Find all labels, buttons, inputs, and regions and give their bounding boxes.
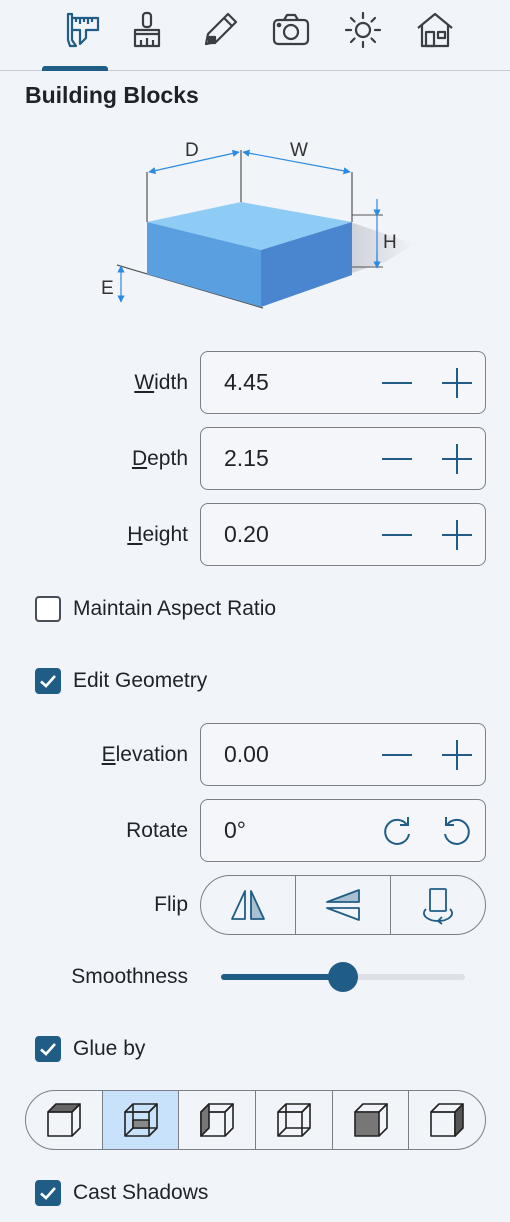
elevation-stepper[interactable]: 0.00 xyxy=(200,723,486,786)
tool-tab-bar xyxy=(0,0,510,71)
glue-side-face-button[interactable] xyxy=(178,1091,255,1149)
glue-by-checkbox[interactable]: Glue by xyxy=(35,1035,145,1063)
edit-geometry-checkbox[interactable]: Edit Geometry xyxy=(35,667,207,695)
block-dimension-diagram: D W H E xyxy=(101,140,415,309)
plus-icon xyxy=(442,368,472,398)
plus-icon xyxy=(442,740,472,770)
height-label: Height xyxy=(127,523,188,546)
house-icon xyxy=(417,12,453,48)
flip-vertical-icon xyxy=(326,889,360,921)
flip-horizontal-icon xyxy=(231,890,265,920)
depth-increment-button[interactable] xyxy=(436,438,478,480)
minus-icon xyxy=(382,458,412,460)
elevation-value[interactable]: 0.00 xyxy=(224,741,269,768)
minus-icon xyxy=(382,754,412,756)
glue-bottom-face-icon xyxy=(353,1103,388,1137)
checkmark-icon xyxy=(40,675,56,688)
minus-icon xyxy=(382,382,412,384)
paint-brush-icon xyxy=(133,11,161,48)
flip-vertical-button[interactable] xyxy=(295,876,390,934)
rotate-clockwise-icon xyxy=(384,817,410,845)
ruler-caliper-icon xyxy=(66,12,100,48)
glue-back-face-button[interactable] xyxy=(255,1091,332,1149)
glue-bottom-face-button[interactable] xyxy=(331,1091,409,1149)
width-label: Width xyxy=(134,371,188,394)
diagram-width-label: W xyxy=(290,140,308,161)
smoothness-label: Smoothness xyxy=(71,965,188,988)
cast-shadows-label: Cast Shadows xyxy=(73,1181,209,1204)
active-tab-indicator xyxy=(42,66,108,71)
width-stepper[interactable]: 4.45 xyxy=(200,351,486,414)
checkbox-box[interactable] xyxy=(35,668,61,694)
flip-horizontal-button[interactable] xyxy=(201,876,295,934)
height-increment-button[interactable] xyxy=(436,514,478,556)
width-value[interactable]: 4.45 xyxy=(224,369,269,396)
diagram-height-label: H xyxy=(383,232,397,253)
width-decrement-button[interactable] xyxy=(376,362,418,404)
glue-top-face-icon xyxy=(47,1103,81,1137)
glue-all-faces-button[interactable] xyxy=(408,1091,485,1149)
checkbox-box[interactable] xyxy=(35,1036,61,1062)
depth-stepper[interactable]: 2.15 xyxy=(200,427,486,490)
checkbox-box[interactable] xyxy=(35,596,61,622)
tab-house[interactable] xyxy=(407,10,463,66)
maintain-aspect-ratio-label: Maintain Aspect Ratio xyxy=(73,597,277,620)
width-increment-button[interactable] xyxy=(436,362,478,404)
tab-lighting[interactable] xyxy=(335,10,391,66)
checkmark-icon xyxy=(40,1187,56,1200)
edit-geometry-label: Edit Geometry xyxy=(73,669,208,692)
glue-front-face-button[interactable] xyxy=(101,1091,179,1149)
height-stepper[interactable]: 0.20 xyxy=(200,503,486,566)
diagram-depth-label: D xyxy=(185,140,199,161)
checkmark-icon xyxy=(40,1043,56,1056)
glue-front-face-icon xyxy=(123,1103,158,1137)
rotate-label: Rotate xyxy=(126,819,188,842)
plus-icon xyxy=(442,444,472,474)
tab-measure[interactable] xyxy=(54,10,110,66)
rotate-counterclockwise-icon xyxy=(444,817,470,845)
flip-label: Flip xyxy=(154,893,188,916)
glue-top-face-button[interactable] xyxy=(26,1091,102,1149)
rotate-control[interactable]: 0° xyxy=(200,799,486,862)
height-value[interactable]: 0.20 xyxy=(224,521,269,548)
flip-rotate-icon xyxy=(423,888,453,925)
rotate-counterclockwise-button[interactable] xyxy=(436,810,478,852)
glue-side-face-icon xyxy=(200,1103,234,1137)
tab-paint[interactable] xyxy=(119,10,175,66)
maintain-aspect-ratio-checkbox[interactable]: Maintain Aspect Ratio xyxy=(35,595,276,623)
depth-decrement-button[interactable] xyxy=(376,438,418,480)
glue-all-faces-icon xyxy=(430,1103,464,1137)
glue-by-label: Glue by xyxy=(73,1037,146,1060)
tab-camera[interactable] xyxy=(263,10,319,66)
depth-label: Depth xyxy=(131,447,188,470)
checkbox-box[interactable] xyxy=(35,1180,61,1206)
tab-edit[interactable] xyxy=(192,10,248,66)
flip-button-group xyxy=(200,875,486,935)
diagram-elevation-label: E xyxy=(101,278,114,299)
elevation-decrement-button[interactable] xyxy=(376,734,418,776)
flip-rotate-button[interactable] xyxy=(390,876,485,934)
plus-icon xyxy=(442,520,472,550)
smoothness-slider-fill xyxy=(221,974,343,980)
elevation-label: Elevation xyxy=(101,743,188,766)
cast-shadows-checkbox[interactable]: Cast Shadows xyxy=(35,1179,208,1207)
glue-face-button-group xyxy=(25,1090,486,1150)
camera-icon xyxy=(272,13,310,46)
glue-back-face-icon xyxy=(277,1103,311,1137)
pencil-eraser-icon xyxy=(204,12,238,46)
rotate-clockwise-button[interactable] xyxy=(376,810,418,852)
minus-icon xyxy=(382,534,412,536)
height-decrement-button[interactable] xyxy=(376,514,418,556)
elevation-increment-button[interactable] xyxy=(436,734,478,776)
sun-icon xyxy=(344,11,382,49)
rotate-value[interactable]: 0° xyxy=(224,817,246,844)
section-title: Building Blocks xyxy=(25,82,199,108)
depth-value[interactable]: 2.15 xyxy=(224,445,269,472)
smoothness-slider-thumb[interactable] xyxy=(328,962,358,992)
smoothness-slider[interactable] xyxy=(221,962,465,992)
